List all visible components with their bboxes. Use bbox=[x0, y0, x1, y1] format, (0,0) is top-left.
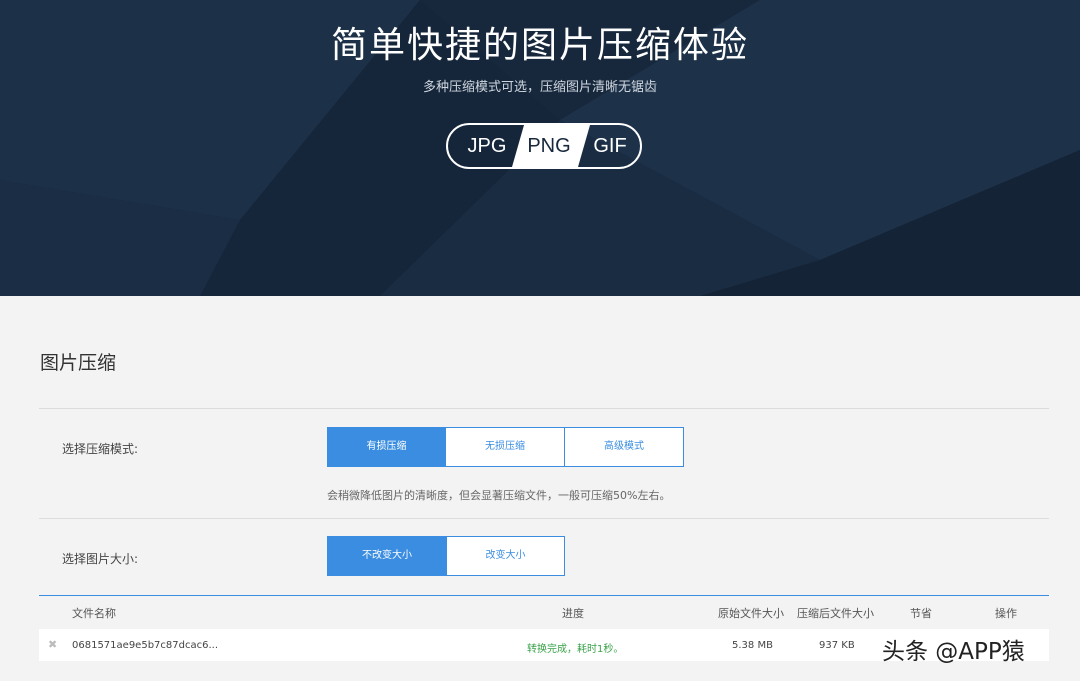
header-filename: 文件名称 bbox=[72, 607, 116, 620]
watermark: 头条 @APP猿 bbox=[882, 639, 1025, 665]
file-name: 0681571ae9e5b7c87dcac6... bbox=[72, 640, 218, 651]
size-segmented-control: 不改变大小 改变大小 bbox=[327, 536, 565, 576]
hero-subtitle: 多种压缩模式可选，压缩图片清晰无锯齿 bbox=[422, 80, 657, 95]
hero-banner: 简单快捷的图片压缩体验 多种压缩模式可选，压缩图片清晰无锯齿 JPG PNG G… bbox=[0, 0, 1080, 296]
header-original-size: 原始文件大小 bbox=[718, 607, 784, 620]
compressed-size: 937 KB bbox=[819, 640, 855, 651]
mode-lossless-button[interactable]: 无损压缩 bbox=[445, 427, 565, 467]
size-label: 选择图片大小: bbox=[62, 552, 139, 566]
size-change-button[interactable]: 改变大小 bbox=[446, 536, 565, 576]
format-gif[interactable]: GIF bbox=[580, 125, 640, 167]
original-size: 5.38 MB bbox=[732, 640, 773, 651]
format-selector: JPG PNG GIF bbox=[446, 123, 642, 169]
mode-hint: 会稍微降低图片的清晰度，但会显著压缩文件，一般可压缩50%左右。 bbox=[327, 489, 671, 502]
header-compressed-size: 压缩后文件大小 bbox=[797, 607, 874, 620]
progress-status: 转换完成，耗时1秒。 bbox=[527, 644, 624, 655]
header-actions: 操作 bbox=[995, 607, 1017, 620]
table-top-border bbox=[39, 595, 1049, 596]
format-png[interactable]: PNG bbox=[516, 125, 582, 167]
divider bbox=[39, 408, 1049, 409]
mode-lossy-button[interactable]: 有损压缩 bbox=[327, 427, 446, 467]
hero-title: 简单快捷的图片压缩体验 bbox=[330, 25, 749, 66]
mode-advanced-button[interactable]: 高级模式 bbox=[564, 427, 684, 467]
format-jpg[interactable]: JPG bbox=[456, 125, 518, 167]
divider bbox=[39, 518, 1049, 519]
mode-label: 选择压缩模式: bbox=[62, 442, 139, 456]
remove-icon[interactable]: ✖ bbox=[48, 638, 57, 651]
header-saved: 节省 bbox=[910, 607, 932, 620]
section-title: 图片压缩 bbox=[40, 352, 117, 374]
mode-segmented-control: 有损压缩 无损压缩 高级模式 bbox=[327, 427, 684, 467]
size-keep-button[interactable]: 不改变大小 bbox=[327, 536, 447, 576]
header-progress: 进度 bbox=[562, 607, 584, 620]
